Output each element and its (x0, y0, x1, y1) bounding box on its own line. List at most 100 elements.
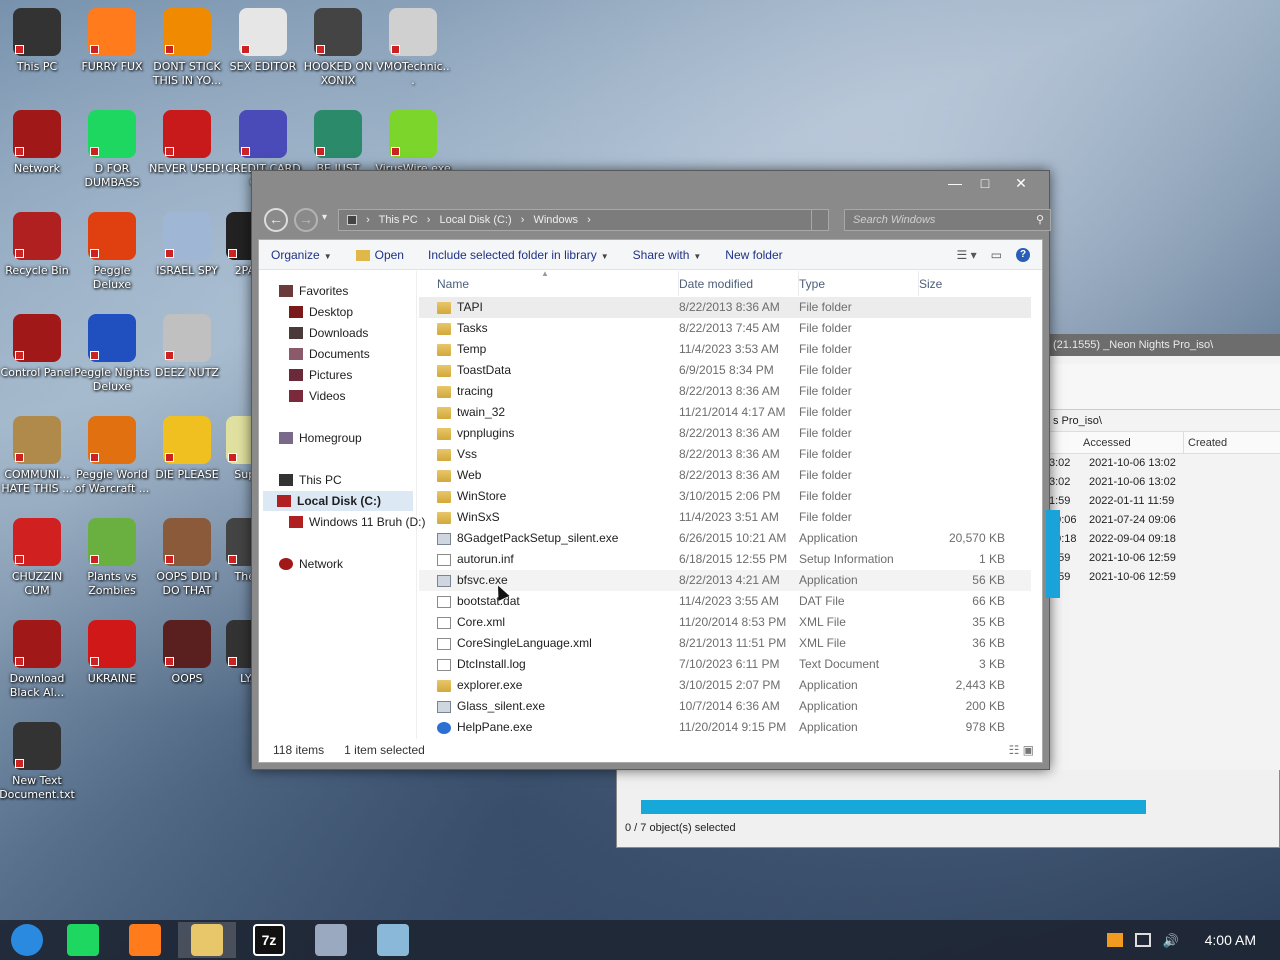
file-row[interactable]: DtcInstall.log 7/10/2023 6:11 PM Text Docu… (419, 654, 1031, 675)
file-row[interactable]: Vss 8/22/2013 8:36 AM File folder (419, 444, 1031, 465)
file-row[interactable]: HelpPane.exe 11/20/2014 9:15 PM Applicatio… (419, 717, 1031, 738)
maximize-button[interactable]: □ (970, 175, 1000, 191)
desktop-icon[interactable]: Peggle Deluxe (74, 212, 150, 292)
desktop-icon[interactable]: SEX EDITOR (225, 8, 301, 74)
desktop-icon[interactable]: VMOTechnic... (375, 8, 451, 88)
file-row[interactable]: twain_32 11/21/2014 4:17 AM File folder (419, 402, 1031, 423)
nav-favorite-pictures[interactable]: Pictures (289, 365, 352, 385)
breadcrumb-local-disk[interactable]: Local Disk (C:) (440, 214, 512, 226)
col-created[interactable]: Created (1183, 432, 1227, 453)
desktop-icon[interactable]: UKRAINE (74, 620, 150, 686)
help-icon[interactable]: ? (1016, 247, 1030, 262)
desktop-icon[interactable]: DONT STICK THIS IN YO... (149, 8, 225, 88)
nav-local-disk[interactable]: Local Disk (C:) (263, 491, 413, 511)
file-row[interactable]: bfsvc.exe 8/22/2013 4:21 AM Application 56 … (419, 570, 1031, 591)
background-window-title[interactable]: (21.1555) _Neon Nights Pro_iso\ (1049, 334, 1280, 356)
file-row[interactable]: ToastData 6/9/2015 8:34 PM File folder (419, 360, 1031, 381)
file-row[interactable]: WinSxS 11/4/2023 3:51 AM File folder (419, 507, 1031, 528)
file-row[interactable]: vpnplugins 8/22/2013 8:36 AM File folder (419, 423, 1031, 444)
recent-locations-dropdown[interactable]: ▾ (322, 212, 327, 223)
file-row[interactable]: Glass_silent.exe 10/7/2014 6:36 AM Applica… (419, 696, 1031, 717)
scrollbar-thumb[interactable] (1046, 510, 1060, 598)
file-row[interactable]: WinStore 3/10/2015 2:06 PM File folder (419, 486, 1031, 507)
nav-windows-11-drive[interactable]: Windows 11 Bruh (D:) (289, 512, 425, 532)
change-view-icon[interactable]: ☰ ▾ (957, 248, 977, 262)
file-row[interactable]: explorer.exe 3/10/2015 2:07 PM Application… (419, 675, 1031, 696)
command-organize[interactable]: Organize ▼ (259, 248, 344, 262)
nav-favorite-documents[interactable]: Documents (289, 344, 370, 364)
refresh-button[interactable] (811, 209, 837, 231)
desktop-icon[interactable]: Recycle Bin (0, 212, 75, 278)
col-name[interactable]: Name (419, 271, 679, 296)
desktop-icon[interactable]: FURRY FUX (74, 8, 150, 74)
view-toggle-icons[interactable]: ☷ ▣ (1009, 738, 1034, 762)
desktop-icon[interactable]: CHUZZIN CUM (0, 518, 75, 598)
desktop-icon[interactable]: DEEZ NUTZ (149, 314, 225, 380)
file-row[interactable]: autorun.inf 6/18/2015 12:55 PM Setup Infor… (419, 549, 1031, 570)
background-row[interactable]: 3:02 2021-10-06 13:02 (1049, 454, 1280, 473)
desktop-icon[interactable]: Network (0, 110, 75, 176)
background-row[interactable]: 1:59 2022-01-11 11:59 (1049, 492, 1280, 511)
minimize-button[interactable]: — (940, 175, 970, 191)
background-window[interactable]: (21.1555) _Neon Nights Pro_iso\ s Pro_is… (1048, 334, 1280, 844)
file-row[interactable]: Web 8/22/2013 8:36 AM File folder (419, 465, 1031, 486)
nav-homegroup[interactable]: Homegroup (279, 428, 362, 448)
taskbar-7zip-button[interactable]: 7z (240, 922, 298, 958)
breadcrumb-windows[interactable]: Windows (533, 214, 578, 226)
preview-pane-icon[interactable]: ▭ (991, 248, 1002, 262)
nav-this-pc[interactable]: This PC (279, 470, 342, 490)
desktop-icon[interactable]: Control Panel (0, 314, 75, 380)
nav-favorites[interactable]: Favorites (279, 281, 348, 301)
background-row[interactable]: 2:592021-10-06 12:59 (1049, 549, 1280, 568)
forward-button[interactable]: → (294, 208, 318, 232)
taskbar-firefox-button[interactable] (116, 922, 174, 958)
taskbar-file-explorer-button[interactable] (178, 922, 236, 958)
desktop-icon[interactable]: NEVER USED! (149, 110, 225, 176)
command-open[interactable]: Open (344, 248, 416, 262)
warning-icon[interactable] (1106, 933, 1123, 947)
back-button[interactable]: ← (264, 208, 288, 232)
background-row[interactable]: 3:02 2021-10-06 13:02 (1049, 473, 1280, 492)
taskbar-chat-bubble-button[interactable] (54, 922, 112, 958)
close-button[interactable]: ✕ (1006, 175, 1036, 192)
search-input[interactable]: Search Windows ⚲ (844, 209, 1051, 231)
network-status-icon[interactable] (1134, 933, 1151, 947)
col-type[interactable]: Type (799, 271, 919, 296)
nav-favorite-videos[interactable]: Videos (289, 386, 345, 406)
desktop-icon[interactable]: Plants vs Zombies (74, 518, 150, 598)
desktop-icon[interactable]: VirusWire.exe (375, 110, 451, 176)
background-window-path[interactable]: s Pro_iso\ (1049, 410, 1280, 432)
desktop-icon[interactable]: Peggle World of Warcraft ... (74, 416, 150, 496)
magnifier-icon[interactable]: ⚲ (1036, 210, 1044, 230)
col-accessed[interactable]: Accessed (1083, 432, 1183, 453)
desktop-icon[interactable]: Download Black Al... (0, 620, 75, 700)
desktop-icon[interactable]: HOOKED ON XONIX (300, 8, 376, 88)
nav-favorite-downloads[interactable]: Downloads (289, 323, 368, 343)
explorer-window[interactable]: — □ ✕ ← → ▾ › This PC › Local Disk (C:) … (251, 170, 1060, 770)
background-row[interactable]: 09:06 2021-07-24 09:06 (1049, 511, 1280, 530)
col-size[interactable]: Size (919, 271, 1011, 296)
file-row[interactable]: Tasks 8/22/2013 7:45 AM File folder (419, 318, 1031, 339)
file-row[interactable]: Core.xml 11/20/2014 8:53 PM XML File 35 KB (419, 612, 1031, 633)
file-row[interactable]: CoreSingleLanguage.xml 8/21/2013 11:51 PM… (419, 633, 1031, 654)
background-row[interactable]: 2:592021-10-06 12:59 (1049, 568, 1280, 587)
file-row[interactable]: Temp 11/4/2023 3:53 AM File folder (419, 339, 1031, 360)
col-date-modified[interactable]: Date modified (679, 271, 799, 296)
file-row[interactable]: bootstat.dat 11/4/2023 3:55 AM DAT File 66 … (419, 591, 1031, 612)
desktop-icon[interactable]: New Text Document.txt (0, 722, 75, 802)
taskbar-notepad-button[interactable] (364, 922, 422, 958)
file-row[interactable]: tracing 8/22/2013 8:36 AM File folder (419, 381, 1031, 402)
command-include-selected-folder-in-library[interactable]: Include selected folder in library ▼ (416, 248, 621, 262)
desktop-icon[interactable]: COMMUNI... HATE THIS ... (0, 416, 75, 496)
nav-favorite-desktop[interactable]: Desktop (289, 302, 353, 322)
file-row[interactable]: TAPI 8/22/2013 8:36 AM File folder (419, 297, 1031, 318)
nav-network[interactable]: Network (279, 554, 343, 574)
desktop-icon[interactable]: This PC (0, 8, 75, 74)
file-row[interactable]: 8GadgetPackSetup_silent.exe 6/26/2015 10:… (419, 528, 1031, 549)
taskbar-start-orb-button[interactable] (0, 922, 56, 958)
clock[interactable]: 4:00 AM (1205, 932, 1256, 948)
title-bar[interactable]: — □ ✕ (252, 171, 1049, 201)
command-share-with[interactable]: Share with ▼ (621, 248, 714, 262)
command-new-folder[interactable]: New folder (713, 248, 794, 262)
volume-icon[interactable]: 🔊 (1163, 933, 1179, 948)
